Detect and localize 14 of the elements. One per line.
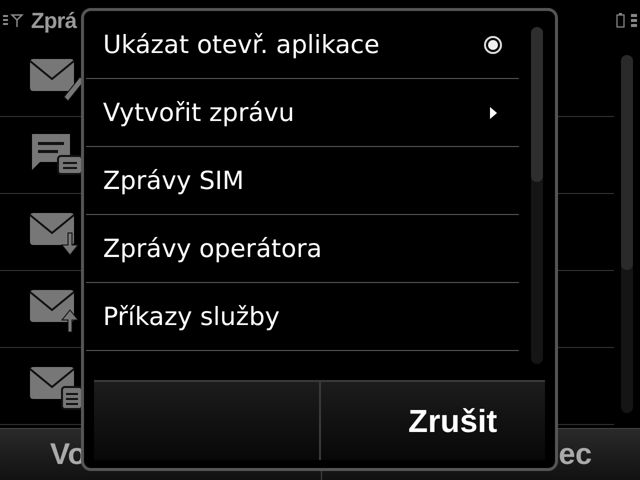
menu-item[interactable]: Zprávy operátora [86, 215, 519, 283]
submenu-arrow-icon [488, 106, 498, 120]
blank-button[interactable] [94, 380, 318, 460]
menu-item[interactable]: Zprávy SIM [86, 147, 519, 215]
menu-item[interactable]: Vytvořit zprávu [86, 79, 519, 147]
menu-item[interactable]: Ukázat otevř. aplikace [86, 11, 519, 79]
scrollbar[interactable] [621, 55, 633, 413]
battery-icon [616, 12, 625, 28]
menu-item[interactable]: Příkazy služby [86, 283, 519, 351]
signal-icon [3, 13, 25, 27]
cancel-button[interactable]: Zrušit [318, 380, 545, 460]
menu-icon [631, 13, 637, 27]
popup-scrollbar[interactable] [531, 27, 543, 364]
app-title: Zprá [31, 6, 76, 35]
